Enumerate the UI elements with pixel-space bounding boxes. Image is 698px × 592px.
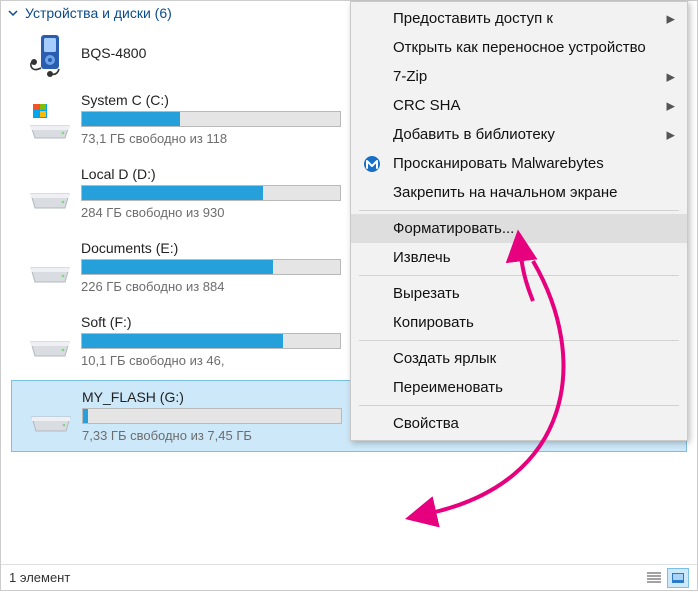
section-title: Устройства и диски (6): [25, 5, 172, 21]
menu-copy[interactable]: Копировать: [351, 308, 687, 337]
context-menu: Предоставить доступ к ▶ Открыть как пере…: [350, 1, 688, 441]
menu-open-portable[interactable]: Открыть как переносное устройство: [351, 33, 687, 62]
media-player-icon: [27, 32, 73, 78]
drive-icon: [27, 96, 73, 142]
drive-icon: [28, 393, 74, 439]
menu-separator: [359, 405, 679, 406]
menu-grant-access[interactable]: Предоставить доступ к ▶: [351, 4, 687, 33]
status-text: 1 элемент: [9, 570, 70, 585]
menu-shortcut[interactable]: Создать ярлык: [351, 344, 687, 373]
submenu-arrow-icon: ▶: [667, 99, 675, 112]
usage-bar: [81, 333, 341, 349]
view-thumbnails-button[interactable]: [667, 568, 689, 588]
drive-icon: [27, 244, 73, 290]
menu-separator: [359, 340, 679, 341]
menu-format[interactable]: Форматировать...: [351, 214, 687, 243]
view-details-button[interactable]: [643, 568, 665, 588]
usage-bar: [82, 408, 342, 424]
menu-scan-malwarebytes[interactable]: Просканировать Malwarebytes: [351, 149, 687, 178]
submenu-arrow-icon: ▶: [667, 12, 675, 25]
status-bar: 1 элемент: [1, 564, 697, 590]
menu-cut[interactable]: Вырезать: [351, 279, 687, 308]
usage-bar: [81, 259, 341, 275]
menu-pin-start[interactable]: Закрепить на начальном экране: [351, 178, 687, 207]
menu-eject[interactable]: Извлечь: [351, 243, 687, 272]
menu-7zip[interactable]: 7-Zip ▶: [351, 62, 687, 91]
menu-properties[interactable]: Свойства: [351, 409, 687, 438]
menu-separator: [359, 275, 679, 276]
chevron-down-icon: [7, 7, 19, 19]
submenu-arrow-icon: ▶: [667, 128, 675, 141]
drive-icon: [27, 170, 73, 216]
usage-bar: [81, 111, 341, 127]
drive-icon: [27, 318, 73, 364]
malwarebytes-icon: [363, 155, 381, 173]
menu-add-library[interactable]: Добавить в библиотеку ▶: [351, 120, 687, 149]
menu-separator: [359, 210, 679, 211]
view-toggle: [643, 568, 689, 588]
menu-crc-sha[interactable]: CRC SHA ▶: [351, 91, 687, 120]
usage-bar: [81, 185, 341, 201]
submenu-arrow-icon: ▶: [667, 70, 675, 83]
menu-rename[interactable]: Переименовать: [351, 373, 687, 402]
